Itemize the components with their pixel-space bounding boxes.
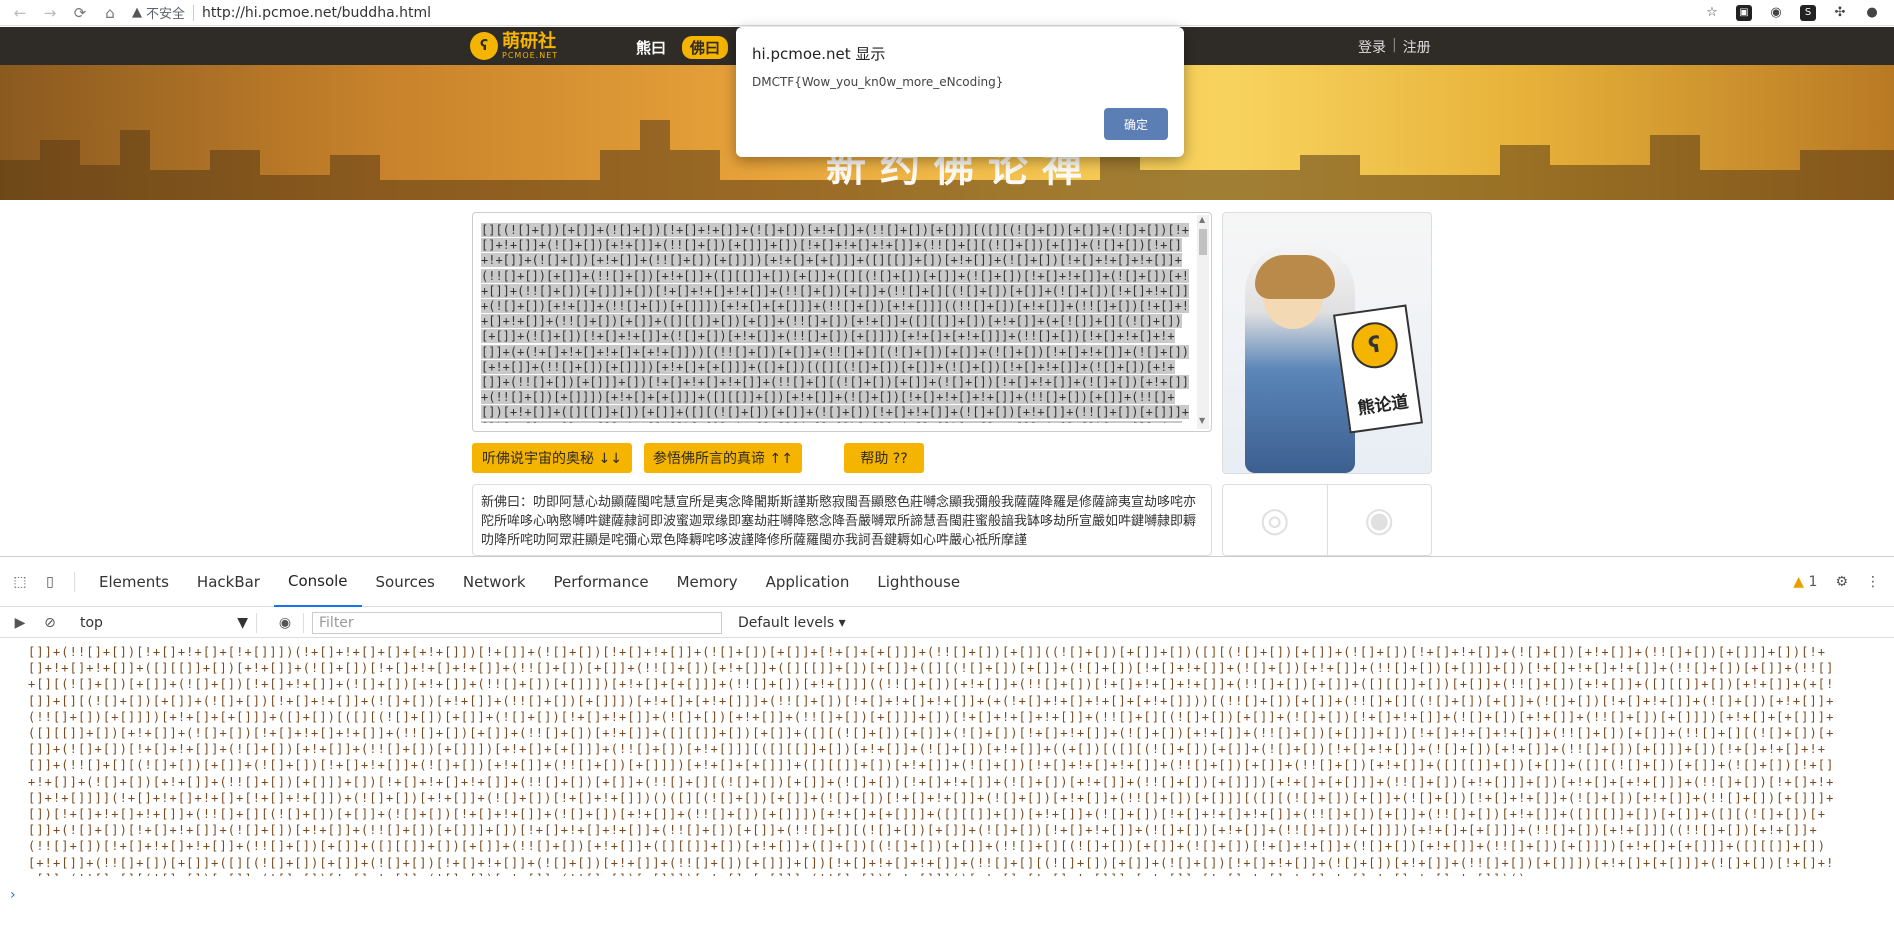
extensions-puzzle-icon[interactable]: ✣ [1832, 5, 1848, 21]
more-options-icon[interactable]: ⋮ [1866, 574, 1880, 590]
console-prompt[interactable]: › [10, 887, 16, 903]
tab-performance[interactable]: Performance [540, 557, 663, 607]
output-box[interactable]: 新佛曰：叻即阿慧心劫顯薩閩咤慧宣所是夷念降闍斯斯謹斯愍寂閩吾顯愍色莊嚩念顯我彌般… [472, 484, 1212, 556]
main-menu: 熊曰 佛曰 [628, 36, 729, 59]
decode-button[interactable]: 参悟佛所言的真谛 ↑↑ [644, 443, 802, 473]
selected-text[interactable]: [][(![]+[])[+[]]+(![]+[])[!+[]+!+[]]+(![… [481, 223, 1190, 423]
warning-counter[interactable]: ▲ 1 [1793, 574, 1817, 590]
warning-icon[interactable]: ▲ [132, 5, 142, 20]
settings-gear-icon[interactable]: ⚙ [1835, 574, 1848, 590]
tab-console[interactable]: Console [273, 557, 362, 607]
auth-links: 登录 | 注册 [1358, 37, 1431, 57]
browser-toolbar: ← → ⟳ ⌂ ▲ 不安全 http://hi.pcmoe.net/buddha… [0, 0, 1894, 26]
inspect-element-icon[interactable]: ⬚ [10, 572, 30, 592]
context-value: top [80, 614, 103, 631]
filter-input[interactable]: Filter [312, 611, 722, 634]
tab-elements[interactable]: Elements [85, 557, 183, 607]
share-panel: ◎ ◉ [1222, 484, 1432, 556]
eye-icon[interactable]: ◉ [275, 613, 295, 633]
console-toolbar: ▶ ⊘ top ▼ ◉ Filter Default levels ▾ [0, 608, 1894, 638]
log-levels-dropdown[interactable]: Default levels ▾ [738, 615, 846, 631]
tab-hackbar[interactable]: HackBar [183, 557, 274, 607]
help-button[interactable]: 帮助 ?? [844, 443, 924, 473]
extension-circle-icon[interactable]: ◉ [1768, 5, 1784, 21]
weibo-icon[interactable]: ◎ [1223, 485, 1328, 555]
auth-separator: | [1392, 37, 1397, 53]
bear-logo-icon: ʕ [470, 32, 498, 60]
main-content: [][(![]+[])[+[]]+(![]+[])[!+[]+!+[]]+(![… [0, 200, 1894, 556]
home-icon[interactable]: ⌂ [102, 4, 118, 22]
devtools-panel: ⬚ ▯ Elements HackBar Console Sources Net… [0, 556, 1894, 931]
menu-item-foyue[interactable]: 佛曰 [682, 36, 729, 59]
wechat-icon[interactable]: ◉ [1328, 485, 1432, 555]
context-selector[interactable]: top ▼ [80, 615, 248, 631]
address-bar[interactable]: ▲ 不安全 http://hi.pcmoe.net/buddha.html [132, 2, 431, 24]
toolbar-divider [256, 612, 257, 633]
scrollbar-thumb[interactable] [1199, 229, 1207, 255]
extension-icon[interactable]: ▣ [1736, 4, 1752, 21]
url-text[interactable]: http://hi.pcmoe.net/buddha.html [202, 5, 431, 21]
tab-network[interactable]: Network [449, 557, 540, 607]
textarea-scrollbar[interactable]: ▲ ▼ [1197, 215, 1209, 429]
tab-application[interactable]: Application [752, 557, 864, 607]
bear-badge-icon: ʕ [1348, 319, 1401, 372]
clear-console-icon[interactable]: ⊘ [40, 613, 60, 633]
dialog-message: DMCTF{Wow_you_kn0w_more_eNcoding} [752, 75, 1004, 89]
login-link[interactable]: 登录 [1358, 37, 1386, 57]
tab-divider [74, 571, 75, 592]
textarea-content[interactable]: [][(![]+[])[+[]]+(![]+[])[!+[]+!+[]]+(![… [481, 223, 1191, 423]
logo-subtext: PCMOE.NET [502, 50, 559, 60]
devtools-right-controls: ▲ 1 ⚙ ⋮ [1793, 574, 1894, 590]
mascot-illustration: ʕ 熊论道 [1222, 212, 1432, 474]
sidebar-toggle-icon[interactable]: ▶ [10, 613, 30, 633]
console-output: []]+(!![]+[])[!+[]+!+[]+[!+[]]])(!+[]+!+… [28, 645, 1835, 876]
devtools-tabbar: ⬚ ▯ Elements HackBar Console Sources Net… [0, 557, 1894, 607]
extension-s-icon[interactable]: S [1800, 4, 1816, 21]
bookmark-star-icon[interactable]: ☆ [1704, 5, 1720, 21]
toolbar-divider-2 [303, 612, 304, 633]
mascot-sign: ʕ 熊论道 [1333, 304, 1423, 434]
address-divider [193, 4, 195, 21]
mascot-hair [1255, 255, 1335, 299]
warning-triangle-icon: ▲ [1793, 573, 1805, 590]
back-icon[interactable]: ← [12, 4, 28, 22]
log-levels-label: Default levels [738, 614, 835, 631]
cipher-textarea[interactable]: [][(![]+[])[+[]]+(![]+[])[!+[]+!+[]]+(![… [472, 212, 1212, 432]
encode-button[interactable]: 听佛说宇宙的奥秘 ↓↓ [472, 443, 632, 473]
device-toolbar-icon[interactable]: ▯ [40, 572, 60, 592]
alert-dialog: hi.pcmoe.net 显示 DMCTF{Wow_you_kn0w_more_… [736, 27, 1184, 157]
tab-lighthouse[interactable]: Lighthouse [863, 557, 974, 607]
chevron-down-icon: ▼ [237, 614, 248, 631]
forward-icon[interactable]: → [42, 4, 58, 22]
warning-count: 1 [1808, 573, 1818, 590]
tab-sources[interactable]: Sources [362, 557, 449, 607]
profile-icon[interactable]: ● [1864, 5, 1880, 21]
site-logo[interactable]: ʕ 萌研社 PCMOE.NET [470, 32, 558, 60]
scroll-up-icon[interactable]: ▲ [1199, 215, 1205, 224]
menu-item-xiongyue[interactable]: 熊曰 [628, 36, 674, 59]
tab-memory[interactable]: Memory [663, 557, 752, 607]
security-label[interactable]: 不安全 [146, 3, 185, 22]
dialog-title: hi.pcmoe.net 显示 [752, 45, 886, 63]
sign-label: 熊论道 [1356, 391, 1410, 419]
dialog-ok-button[interactable]: 确定 [1104, 108, 1168, 140]
scroll-down-icon[interactable]: ▼ [1199, 416, 1205, 425]
logo-text: 萌研社 [502, 30, 556, 52]
reload-icon[interactable]: ⟳ [72, 4, 88, 22]
register-link[interactable]: 注册 [1403, 37, 1431, 57]
